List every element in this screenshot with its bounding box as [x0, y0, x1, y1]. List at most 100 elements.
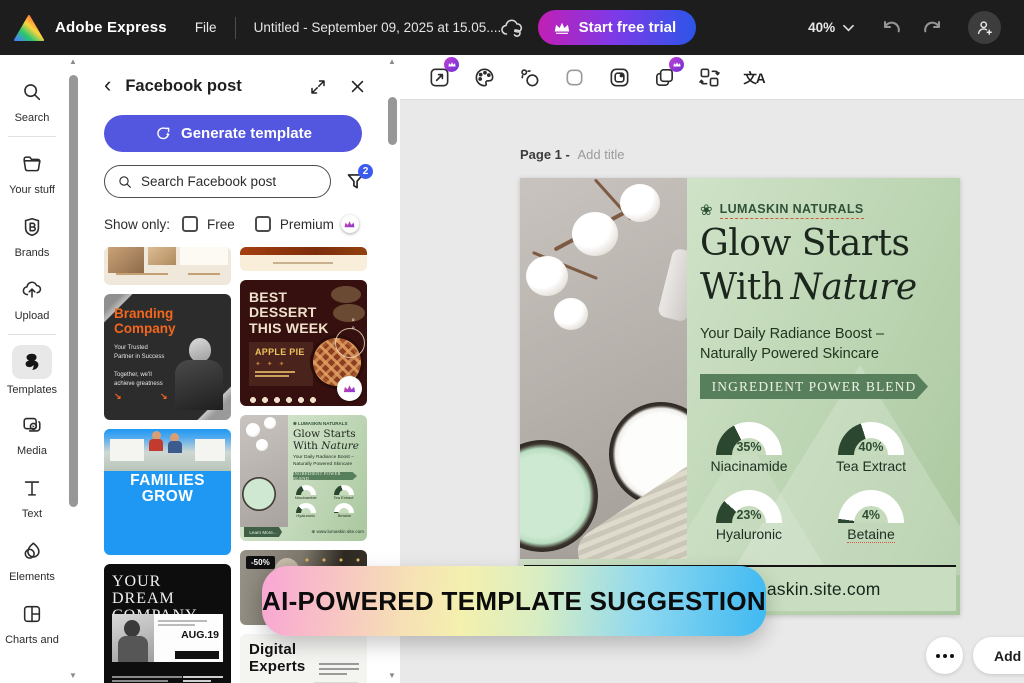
- file-menu[interactable]: File: [195, 20, 217, 35]
- scroll-down-arrow[interactable]: ▼: [69, 671, 77, 681]
- thumb-card: AUG.19: [112, 614, 223, 662]
- sidebar-item-text[interactable]: Text: [0, 465, 64, 528]
- resize-tool[interactable]: [424, 57, 459, 92]
- app-title: Adobe Express: [55, 19, 167, 36]
- left-nav-rail: Search Your stuff Brands Upload Template…: [0, 55, 64, 683]
- sidebar-item-charts[interactable]: Charts and: [0, 591, 64, 654]
- generate-template-button[interactable]: Generate template: [104, 115, 362, 152]
- thumb-badge: [333, 304, 365, 322]
- topbar: Adobe Express File Untitled - September …: [0, 0, 1024, 55]
- color-palette-tool[interactable]: [469, 62, 499, 92]
- charts-icon: [14, 599, 50, 629]
- grid-column-left: Branding Company Your Trusted Partner in …: [104, 247, 231, 683]
- sidebar-item-templates[interactable]: Templates: [0, 339, 64, 402]
- add-page-button[interactable]: Add pa: [973, 637, 1024, 674]
- frame-tool[interactable]: [559, 62, 589, 92]
- design-headline: Glow Starts With Nature: [700, 223, 917, 308]
- scroll-down-arrow[interactable]: ▼: [388, 671, 396, 681]
- thumb-text-line: [273, 262, 333, 264]
- chevron-down-icon: [843, 24, 855, 31]
- design-page[interactable]: ❀ LUMASKIN NATURALS Glow Starts With Natu…: [520, 178, 960, 615]
- design-photo: [520, 178, 687, 559]
- page-label: Page 1 - Add title: [520, 147, 624, 162]
- scroll-up-arrow[interactable]: ▲: [388, 57, 396, 67]
- add-collaborator-avatar[interactable]: [968, 11, 1002, 44]
- zoom-control[interactable]: 40%: [808, 20, 855, 35]
- sidebar-item-your-stuff[interactable]: Your stuff: [0, 141, 64, 204]
- ai-template-suggestion-banner: AI-POWERED TEMPLATE SUGGESTION: [262, 566, 766, 636]
- sidebar-item-brands[interactable]: Brands: [0, 204, 64, 267]
- start-free-trial-button[interactable]: Start free trial: [537, 10, 697, 45]
- translate-tool[interactable]: 文A: [739, 62, 769, 92]
- search-icon: [14, 77, 50, 107]
- template-thumb-dream-company[interactable]: YOUR DREAMCOMPANY AUG.19: [104, 564, 231, 683]
- back-icon[interactable]: ‹: [104, 74, 111, 96]
- sidebar-item-media[interactable]: Media: [0, 402, 64, 465]
- filter-button[interactable]: 2: [345, 164, 373, 192]
- adobe-express-logo[interactable]: [14, 14, 44, 41]
- brand-shield-icon: [14, 212, 50, 242]
- cotton-flower: [554, 298, 588, 330]
- undo-button[interactable]: [880, 17, 904, 39]
- free-label: Free: [207, 216, 235, 232]
- sidebar-divider: [8, 334, 56, 335]
- template-thumb-cream[interactable]: [240, 247, 367, 271]
- template-thumb-dessert[interactable]: BEST DESSERT THIS WEEK ° ° APPLE PIE ✦ ✦ …: [240, 280, 367, 406]
- crown-icon: [554, 22, 569, 34]
- sidebar-item-search[interactable]: Search: [0, 69, 64, 132]
- lotus-icon: ❀: [700, 201, 713, 219]
- more-options-button[interactable]: [926, 637, 963, 674]
- bulk-create-tool[interactable]: [649, 57, 684, 92]
- convert-tool[interactable]: [694, 62, 724, 92]
- free-checkbox[interactable]: [182, 216, 199, 232]
- canvas-toolbar: 文A: [400, 55, 1024, 100]
- template-thumb-branding[interactable]: Branding Company Your Trusted Partner in …: [104, 294, 231, 420]
- expand-icon[interactable]: [309, 78, 327, 96]
- template-thumb-fashion[interactable]: [104, 247, 231, 285]
- template-thumb-digital-experts[interactable]: DigitalExperts $100: [240, 634, 367, 683]
- thumb-photo: [148, 247, 176, 265]
- trial-label: Start free trial: [578, 19, 677, 36]
- template-thumb-lumaskin[interactable]: ❀ LUMASKIN NATURALS Glow Starts With Nat…: [240, 415, 367, 541]
- banner-text: AI-POWERED TEMPLATE SUGGESTION: [262, 585, 766, 616]
- thumb-website: ⊕ www.lumaskin.site.com: [311, 529, 364, 534]
- zoom-level: 40%: [808, 20, 836, 35]
- thumb-card: [180, 247, 228, 265]
- premium-checkbox[interactable]: [254, 216, 271, 232]
- premium-crown-badge: [337, 376, 362, 401]
- scroll-up-arrow[interactable]: ▲: [69, 57, 77, 67]
- thumb-photo: [108, 247, 144, 273]
- scrollbar-thumb[interactable]: [387, 97, 397, 145]
- thumb-text-line: [116, 273, 168, 275]
- arrow-glyph: ↘: [114, 391, 122, 401]
- thumb-date: AUG.19: [181, 629, 219, 641]
- document-title[interactable]: Untitled - September 09, 2025 at 15.05..…: [254, 20, 502, 35]
- cotton-flower: [526, 256, 568, 296]
- template-thumb-families[interactable]: ⌂ WHERE FAMILIES GROW START YOUR JOURNEY…: [104, 429, 231, 555]
- scrollbar-track[interactable]: [66, 67, 80, 671]
- close-icon[interactable]: [349, 78, 366, 95]
- redo-button[interactable]: [920, 17, 944, 39]
- sidebar-item-upload[interactable]: Upload: [0, 267, 64, 330]
- generate-label: Generate template: [181, 125, 312, 142]
- bottle: [656, 247, 687, 323]
- thumb-person-photo: [112, 614, 154, 662]
- social-post-tool[interactable]: [604, 62, 634, 92]
- cotton-flower: [572, 212, 618, 256]
- arrow-glyph: ↘: [160, 391, 168, 401]
- scrollbar-thumb[interactable]: [68, 75, 78, 507]
- gauge-niacinamide: 35% Niacinamide: [694, 422, 804, 474]
- thumb-website-lines: [183, 674, 223, 683]
- search-input[interactable]: [141, 174, 318, 189]
- animate-tool[interactable]: [514, 62, 544, 92]
- sidebar-scrollbar[interactable]: ▲ ▼: [66, 57, 80, 681]
- thumb-person-photo: [173, 338, 225, 410]
- template-search-box[interactable]: [104, 165, 331, 198]
- thumb-stamp: [335, 328, 365, 358]
- add-title-placeholder[interactable]: Add title: [577, 147, 624, 162]
- cloud-sync-icon[interactable]: [500, 18, 524, 38]
- sidebar-item-elements[interactable]: Elements: [0, 528, 64, 591]
- discount-badge: -50%: [246, 556, 275, 569]
- templates-icon: [12, 345, 52, 379]
- thumb-text-line: [188, 273, 220, 275]
